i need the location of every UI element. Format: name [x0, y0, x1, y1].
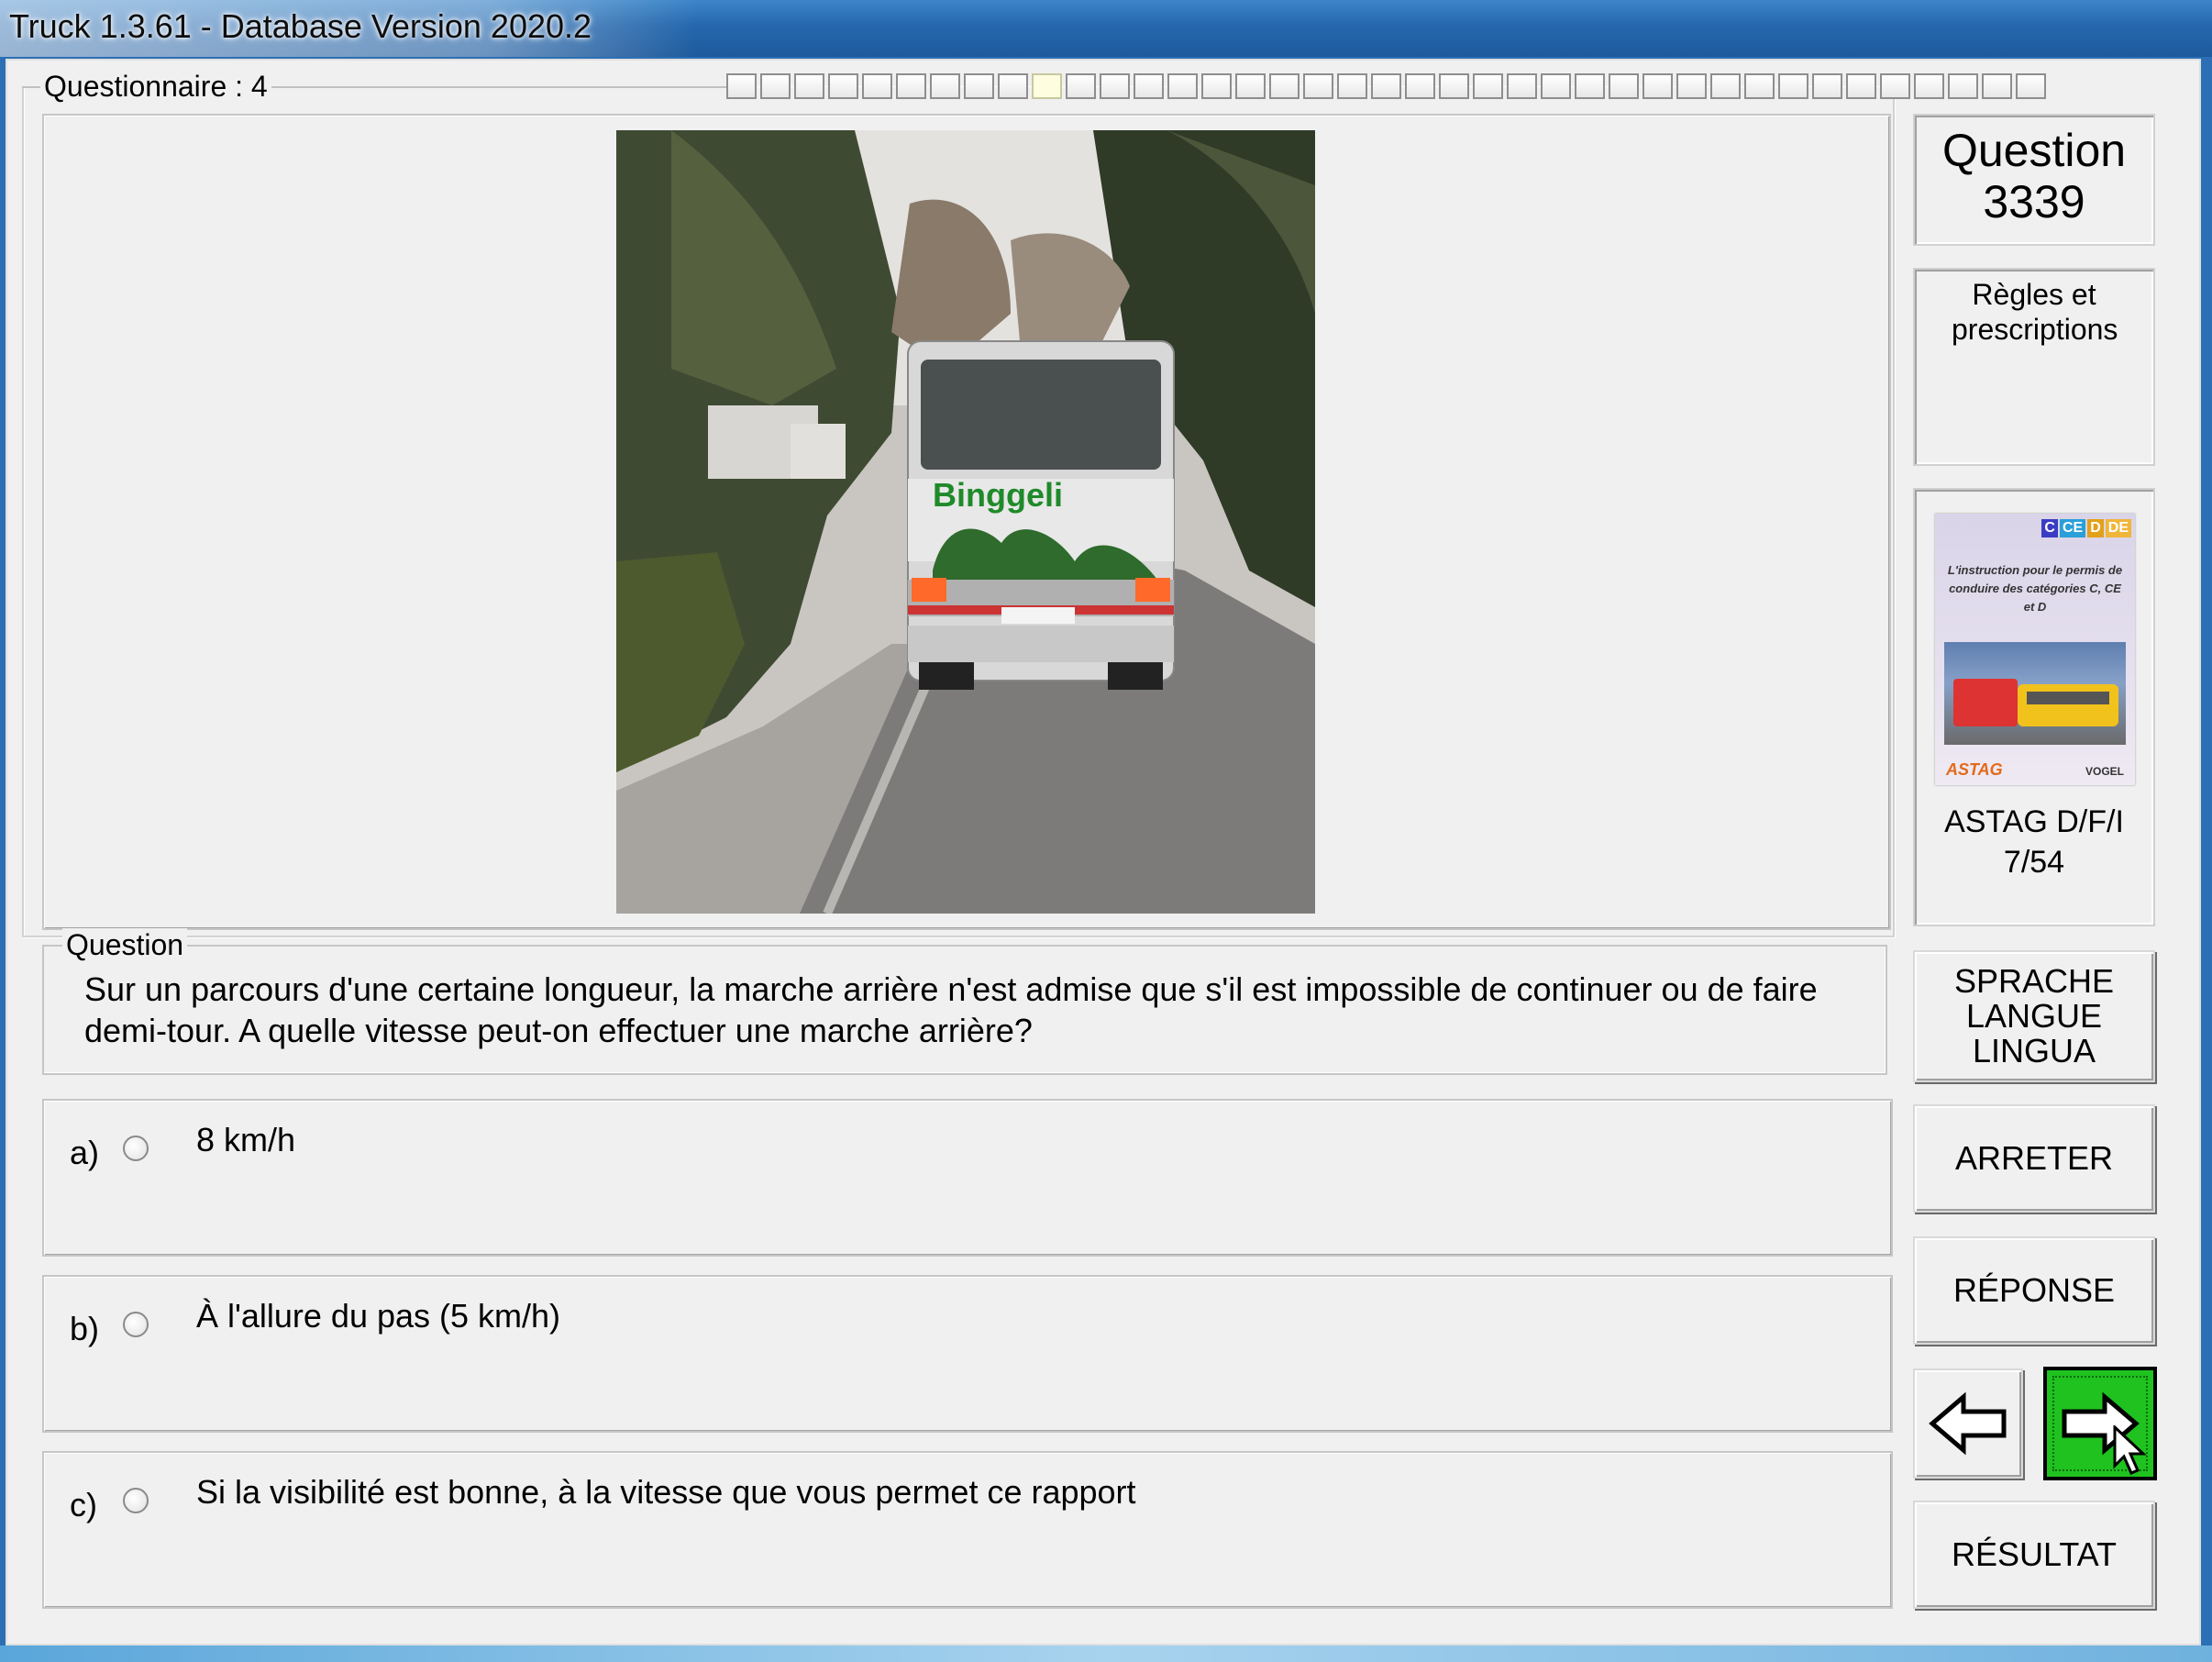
progress-cell — [1642, 73, 1673, 99]
progress-cell — [1201, 73, 1232, 99]
answer-c-radio[interactable] — [123, 1488, 149, 1513]
progress-cell — [1303, 73, 1333, 99]
answer-c-text: Si la visibilité est bonne, à la vitesse… — [196, 1473, 1136, 1511]
questionnaire-label: Questionnaire : 4 — [40, 70, 271, 103]
answer-button[interactable]: RÉPONSE — [1913, 1236, 2155, 1345]
language-label-fr: LANGUE — [1965, 997, 2103, 1035]
stop-button[interactable]: ARRETER — [1913, 1104, 2155, 1213]
progress-cell — [1575, 73, 1605, 99]
progress-cell — [1235, 73, 1266, 99]
progress-cell — [1744, 73, 1775, 99]
question-progress-bar — [726, 73, 2046, 101]
answer-a-letter: a) — [70, 1134, 100, 1171]
source-box: C CE D DE L'instruction pour le permis d… — [1913, 488, 2155, 926]
mouse-cursor-icon — [2113, 1425, 2147, 1475]
progress-cell — [2016, 73, 2046, 99]
progress-cell — [1337, 73, 1367, 99]
progress-cell — [964, 73, 994, 99]
answer-c-box[interactable]: c) Si la visibilité est bonne, à la vite… — [42, 1451, 1893, 1609]
progress-cell — [1269, 73, 1300, 99]
bus-name-text: Binggeli — [933, 476, 1063, 514]
question-number: 3339 — [1983, 176, 2085, 227]
answer-b-radio[interactable] — [123, 1312, 149, 1337]
question-group-label: Question — [62, 928, 188, 961]
book-cover: C CE D DE L'instruction pour le permis d… — [1935, 514, 2135, 785]
badge-d: D — [2087, 519, 2104, 537]
progress-cell — [1405, 73, 1435, 99]
previous-button[interactable] — [1913, 1368, 2023, 1479]
window-title: Truck 1.3.61 - Database Version 2020.2 — [9, 7, 592, 45]
result-button[interactable]: RÉSULTAT — [1913, 1501, 2155, 1609]
badge-ce: CE — [2059, 519, 2086, 537]
language-label-de: SPRACHE — [1953, 962, 2115, 1000]
progress-cell — [1032, 73, 1062, 99]
window-bottom-border — [0, 1645, 2212, 1662]
progress-cell — [1541, 73, 1571, 99]
progress-cell — [828, 73, 858, 99]
progress-cell — [1710, 73, 1741, 99]
progress-cell — [1167, 73, 1198, 99]
progress-cell — [1982, 73, 2012, 99]
question-number-box: Question 3339 — [1913, 114, 2155, 246]
category-label: Règles et prescriptions — [1952, 278, 2118, 346]
arrow-left-icon — [1929, 1391, 2007, 1456]
progress-cell — [998, 73, 1028, 99]
progress-cell — [1371, 73, 1401, 99]
progress-cell — [760, 73, 791, 99]
progress-cell — [1609, 73, 1639, 99]
question-text: Sur un parcours d'une certaine longueur,… — [84, 970, 1818, 1049]
answer-a-text: 8 km/h — [196, 1121, 296, 1158]
book-text: L'instruction pour le permis de conduire… — [1947, 563, 2123, 614]
progress-cell — [1100, 73, 1130, 99]
progress-cell — [1914, 73, 1944, 99]
next-button[interactable] — [2043, 1367, 2157, 1480]
progress-cell — [1134, 73, 1164, 99]
progress-cell — [1676, 73, 1707, 99]
progress-cell — [1066, 73, 1096, 99]
progress-cell — [1948, 73, 1978, 99]
answer-b-text: À l'allure du pas (5 km/h) — [196, 1297, 561, 1335]
answer-c-letter: c) — [70, 1486, 97, 1524]
book-logo-right: VOGEL — [2085, 765, 2124, 778]
progress-cell — [862, 73, 892, 99]
progress-cell — [726, 73, 757, 99]
answer-a-box[interactable]: a) 8 km/h — [42, 1099, 1893, 1257]
question-title: Question — [1941, 125, 2127, 176]
progress-cell — [794, 73, 824, 99]
answer-a-radio[interactable] — [123, 1136, 149, 1161]
answer-b-box[interactable]: b) À l'allure du pas (5 km/h) — [42, 1275, 1893, 1433]
source-reference-line1: ASTAG D/F/I — [1944, 804, 2124, 839]
progress-cell — [1507, 73, 1537, 99]
category-box: Règles et prescriptions — [1913, 268, 2155, 466]
badge-c: C — [2041, 519, 2058, 537]
badge-de: DE — [2105, 519, 2131, 537]
progress-cell — [1439, 73, 1469, 99]
answer-b-letter: b) — [70, 1310, 100, 1347]
progress-cell — [1778, 73, 1808, 99]
progress-cell — [896, 73, 926, 99]
progress-cell — [1846, 73, 1876, 99]
book-category-badges: C CE D DE — [2041, 519, 2131, 537]
progress-cell — [1473, 73, 1503, 99]
book-logo-left: ASTAG — [1946, 760, 2003, 779]
language-label-it: LINGUA — [1972, 1032, 2096, 1069]
book-truck-image — [1944, 642, 2126, 745]
question-photo: Binggeli — [616, 130, 1315, 914]
progress-cell — [1880, 73, 1910, 99]
progress-cell — [1812, 73, 1842, 99]
bus-road-photo: Binggeli — [616, 130, 1315, 914]
progress-cell — [930, 73, 960, 99]
source-reference-line2: 7/54 — [2003, 845, 2065, 880]
language-button[interactable]: SPRACHE LANGUE LINGUA — [1913, 950, 2155, 1082]
window-titlebar: Truck 1.3.61 - Database Version 2020.2 — [0, 0, 2212, 57]
